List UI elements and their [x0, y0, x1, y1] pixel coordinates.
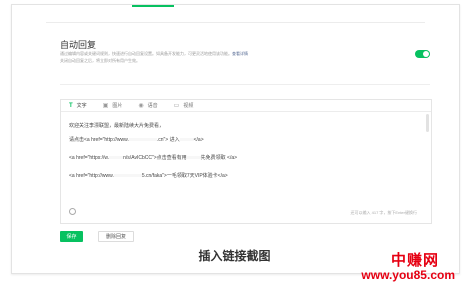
- content-line-welcome: 欢迎关注李漂联盟，最新陆续大片免费看，: [69, 123, 165, 129]
- content-line-link-3: <a href="http://www. 5.cn/faka">一毛领取7天VIP…: [69, 172, 228, 179]
- content-line-link-2: <a href="https://w. n/s/AvICbCC">点击查看有用 先免…: [69, 154, 237, 161]
- auto-reply-toggle[interactable]: [415, 50, 430, 58]
- line-text: 5.cn/faka">一毛领取7天VIP体验卡</a>: [141, 173, 228, 179]
- content-line-link-1: 请点击<a href="http://www. .cn"> 进入 </a>: [69, 136, 204, 143]
- details-link[interactable]: 查看详情: [232, 51, 248, 56]
- auto-reply-panel: 自动回复 通过编辑内容或关键词规则，快速进行自动回复设置。如具备开发能力，可更灵…: [48, 23, 446, 248]
- screenshot-frame: 自动回复 通过编辑内容或关键词规则，快速进行自动回复设置。如具备开发能力，可更灵…: [11, 4, 460, 274]
- char-counter: 还可以输入 417 字，按下Enter键换行: [350, 210, 417, 215]
- tab-video[interactable]: ▭ 视频: [174, 102, 194, 109]
- reply-editor: T 文字 ▣ 图片 ◉ 语音 ▭ 视频 欢迎关注李漂联盟，最新陆续大片免费看，: [60, 99, 432, 224]
- watermark-logo-text: 中赚网: [390, 252, 439, 269]
- watermark-url: www.you85.com: [361, 268, 455, 282]
- line-text: n/s/AvICbCC">点击查看有用: [123, 155, 187, 161]
- active-tab-indicator: [132, 5, 174, 7]
- redacted-block: [109, 156, 124, 160]
- section-divider: [60, 84, 430, 85]
- description-text: 通过编辑内容或关键词规则，快速进行自动回复设置。如具备开发能力，可更灵活地使用该…: [60, 51, 232, 56]
- line-text: </a>: [193, 137, 204, 143]
- tab-label: 语音: [147, 103, 158, 109]
- settings-description: 通过编辑内容或关键词规则，快速进行自动回复设置。如具备开发能力，可更灵活地使用该…: [60, 50, 360, 64]
- redacted-block: [128, 138, 157, 142]
- tab-text[interactable]: T 文字: [69, 102, 87, 110]
- voice-icon: ◉: [138, 103, 144, 109]
- emoji-icon[interactable]: [69, 208, 76, 215]
- text-icon: T: [69, 102, 73, 109]
- redacted-block: [186, 156, 201, 160]
- image-icon: ▣: [102, 103, 109, 109]
- save-button[interactable]: 保存: [60, 231, 83, 242]
- tab-label: 视频: [183, 103, 194, 109]
- editor-scrollbar[interactable]: [426, 114, 429, 132]
- description-text-2: 关闭自动回复之后，将立即对所有用户生效。: [60, 58, 140, 63]
- line-text: 请点击<a href="http://www.: [69, 137, 129, 143]
- toggle-knob: [423, 51, 429, 57]
- tab-voice[interactable]: ◉ 语音: [138, 102, 157, 109]
- delete-reply-button[interactable]: 删除回复: [98, 231, 134, 242]
- tab-label: 文字: [76, 103, 87, 109]
- tab-image[interactable]: ▣ 图片: [103, 102, 123, 109]
- video-icon: ▭: [173, 103, 180, 109]
- line-text: <a href="http://www.: [69, 173, 114, 179]
- redacted-block: [179, 138, 194, 142]
- editor-toolbar: T 文字 ▣ 图片 ◉ 语音 ▭ 视频: [61, 100, 431, 112]
- line-text: 先免费领取 </a>: [200, 155, 238, 161]
- line-text: .cn"> 进入: [156, 137, 180, 143]
- tab-label: 图片: [112, 103, 123, 109]
- line-text: <a href="https://w.: [69, 155, 110, 161]
- redacted-block: [113, 174, 142, 178]
